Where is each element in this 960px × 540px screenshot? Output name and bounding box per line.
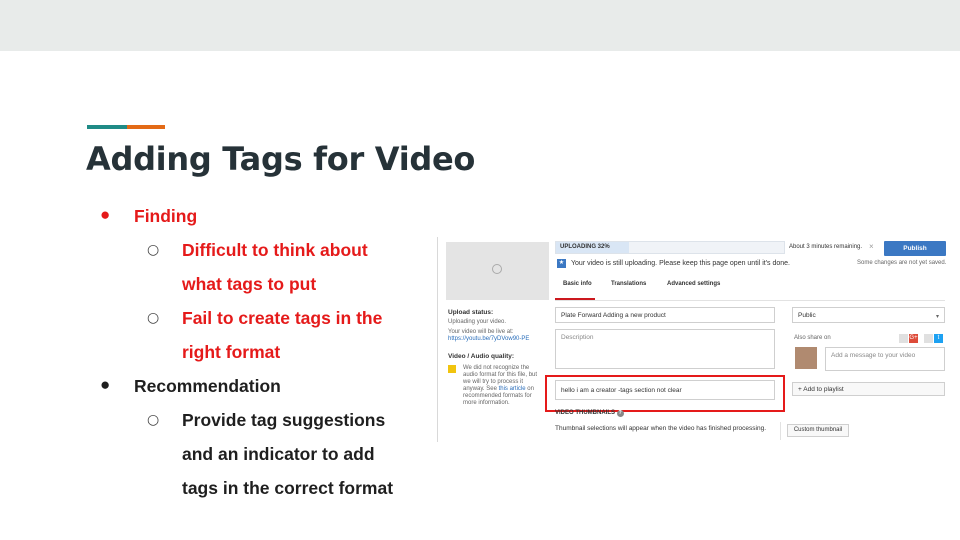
thumbnails-text: Thumbnail selections will appear when th… — [555, 425, 767, 432]
warning-line: audio format for this file, but — [463, 372, 538, 378]
quality-heading: Video / Audio quality: — [448, 353, 515, 360]
warning-line: we will try to process it — [463, 379, 524, 385]
avatar — [795, 347, 817, 369]
twitter-icon[interactable]: t — [934, 334, 943, 343]
sub-bullet-provide-cont1: and an indicator to add — [182, 444, 375, 464]
tab-divider — [555, 300, 945, 301]
sub-bullet-circle: ○ — [147, 242, 160, 258]
time-remaining: About 3 minutes remaining. — [789, 244, 863, 250]
warning-line: recommended formats for — [463, 393, 532, 399]
accent-bar-teal — [87, 125, 127, 129]
chevron-down-icon: ▾ — [935, 314, 939, 320]
toggle-icon[interactable] — [924, 334, 933, 343]
youtube-upload-screenshot: Upload status: Uploading your video. You… — [437, 237, 952, 442]
sub-bullet-circle: ○ — [147, 310, 160, 326]
warning-icon — [448, 365, 456, 373]
tags-highlight-box — [545, 375, 785, 412]
privacy-select[interactable]: Public ▾ — [792, 307, 945, 323]
sub-bullet-circle: ○ — [147, 412, 160, 428]
upload-progress-label: UPLOADING 32% — [560, 244, 610, 250]
upload-progress-bar: UPLOADING 32% — [555, 241, 785, 254]
close-icon[interactable]: × — [869, 242, 874, 251]
help-icon[interactable]: ? — [616, 410, 624, 417]
top-band — [0, 0, 960, 51]
upload-live-line: Your video will be live at: — [448, 329, 514, 335]
publish-button[interactable]: Publish — [884, 241, 946, 256]
thumbnails-header-text: VIDEO THUMBNAILS — [555, 410, 615, 416]
accent-bar-orange — [127, 125, 165, 129]
bullet-finding: Finding — [134, 206, 198, 226]
warning-text: on — [527, 386, 534, 392]
also-share-label: Also share on — [794, 335, 831, 341]
warning-line: more information. — [463, 400, 510, 406]
warning-line: We did not recognize the — [463, 365, 530, 371]
share-message-input[interactable]: Add a message to your video — [825, 347, 945, 371]
sub-bullet-provide-cont2: tags in the correct format — [182, 478, 394, 498]
sub-bullet-fail: Fail to create tags in the — [182, 308, 383, 328]
sub-bullet-difficult-cont: what tags to put — [182, 274, 317, 294]
description-textarea[interactable]: Description — [555, 329, 775, 369]
bullet-recommendation: Recommendation — [134, 376, 281, 396]
sub-bullet-provide: Provide tag suggestions — [182, 410, 386, 430]
bullet-dot: ● — [100, 205, 111, 224]
upload-status-heading: Upload status: — [448, 309, 494, 316]
bullet-dot: ● — [100, 375, 111, 394]
video-preview — [446, 242, 549, 300]
article-link[interactable]: this article — [499, 386, 526, 392]
info-icon: ★ — [557, 259, 566, 268]
slide-title: Adding Tags for Video — [86, 140, 476, 178]
unsaved-notice: Some changes are not yet saved. — [857, 260, 947, 266]
warning-line: anyway. See this article on — [463, 386, 534, 393]
divider — [780, 422, 781, 440]
sub-bullet-fail-cont: right format — [182, 342, 281, 362]
tab-basic-info[interactable]: Basic info — [563, 281, 592, 287]
tab-translations[interactable]: Translations — [611, 281, 646, 287]
upload-status-line: Uploading your video. — [448, 319, 507, 325]
title-input[interactable]: Plate Forward Adding a new product — [555, 307, 775, 323]
toggle-icon[interactable] — [899, 334, 908, 343]
thumbnails-header: VIDEO THUMBNAILS ? — [555, 410, 624, 417]
warning-text: anyway. See — [463, 386, 497, 392]
custom-thumbnail-button[interactable]: Custom thumbnail — [787, 424, 849, 437]
upload-info-message: Your video is still uploading. Please ke… — [571, 260, 791, 267]
video-url-link[interactable]: https://youtu.be/7yDVow90-PE — [448, 336, 529, 343]
add-to-playlist-button[interactable]: + Add to playlist — [792, 382, 945, 396]
sub-bullet-difficult: Difficult to think about — [182, 240, 368, 260]
tab-advanced-settings[interactable]: Advanced settings — [667, 281, 720, 287]
divider — [437, 237, 438, 442]
google-plus-icon[interactable]: G+ — [909, 334, 918, 343]
privacy-value: Public — [798, 312, 816, 319]
loading-icon — [492, 264, 502, 274]
